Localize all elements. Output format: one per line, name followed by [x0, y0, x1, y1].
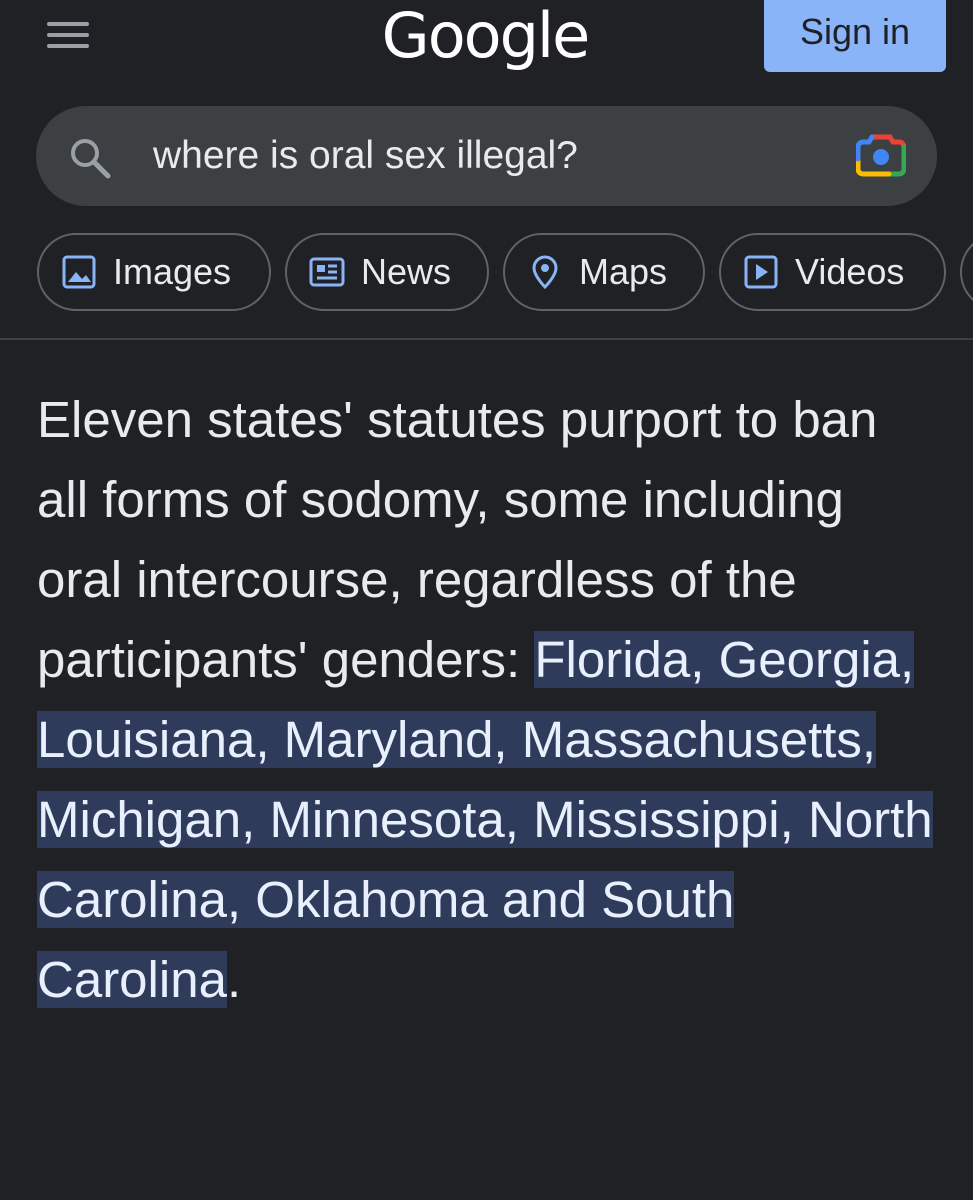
tab-maps[interactable]: Maps [503, 233, 705, 311]
tab-videos-label: Videos [795, 251, 905, 292]
hamburger-menu-icon[interactable] [47, 22, 89, 48]
search-bar[interactable]: where is oral sex illegal? [36, 106, 937, 206]
snippet-trailing-text: . [226, 951, 242, 1008]
image-icon [62, 255, 96, 289]
search-icon[interactable] [68, 136, 112, 180]
tab-maps-label: Maps [579, 251, 668, 292]
play-icon [744, 255, 778, 289]
tab-videos[interactable]: Videos [719, 233, 946, 311]
top-bar: Google Sign in [0, 0, 973, 100]
tab-more[interactable] [960, 233, 973, 311]
google-lens-camera-icon[interactable] [856, 133, 906, 179]
search-filter-chips: Images News Maps Videos [0, 233, 973, 315]
tab-images[interactable]: Images [37, 233, 271, 311]
divider [0, 338, 973, 340]
tab-news[interactable]: News [285, 233, 489, 311]
tab-news-label: News [361, 251, 452, 292]
tab-images-label: Images [113, 251, 232, 292]
featured-snippet-text: Eleven states' statutes purport to ban a… [37, 380, 937, 1020]
search-input[interactable]: where is oral sex illegal? [153, 106, 578, 206]
google-logo[interactable]: Google [380, 0, 591, 76]
sign-in-button[interactable]: Sign in [764, 0, 946, 72]
newspaper-icon [309, 257, 345, 287]
map-pin-icon [532, 255, 558, 290]
